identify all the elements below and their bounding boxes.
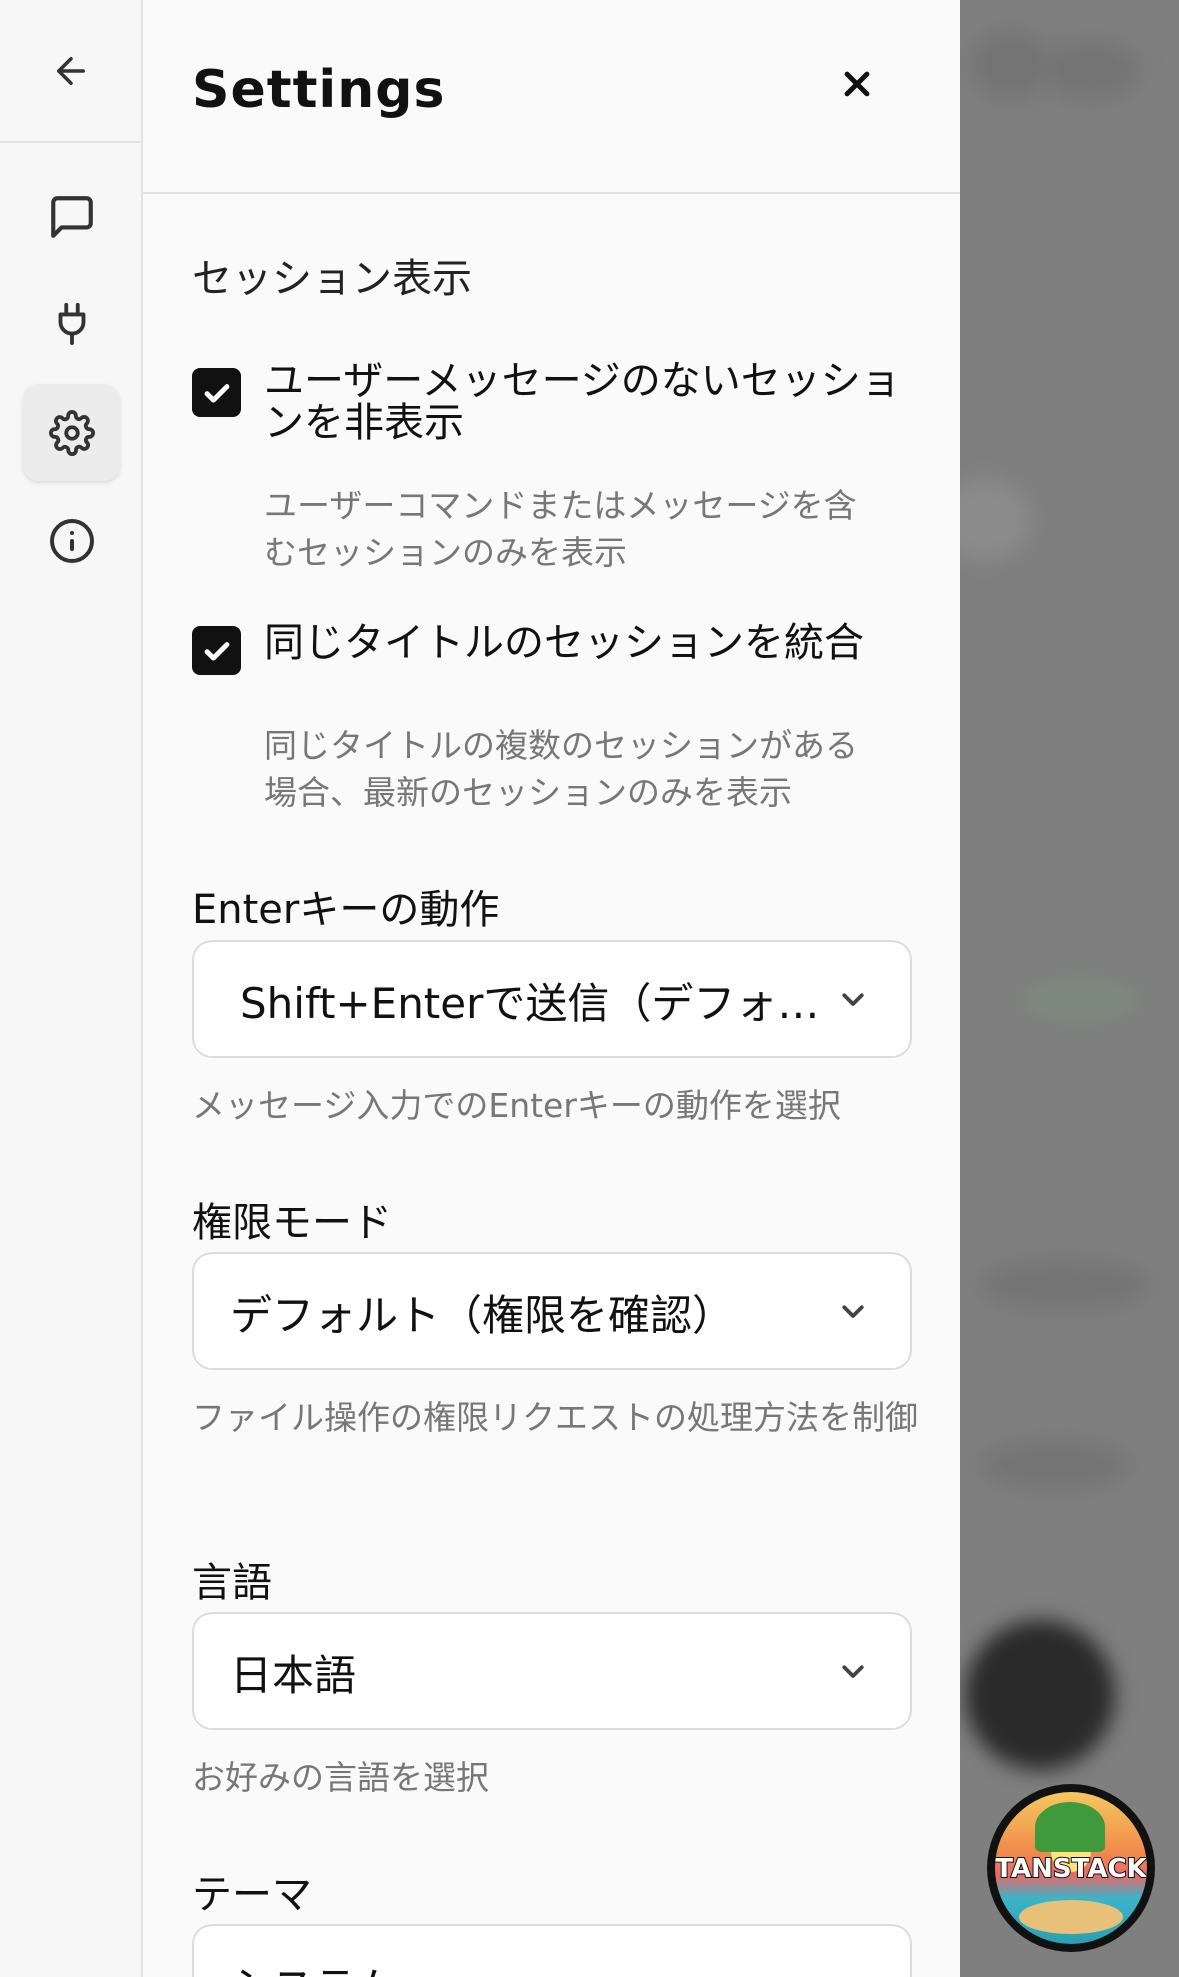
permission-mode-helper: ファイル操作の権限リクエストの処理方法を制御 [192,1398,918,1437]
theme-select[interactable]: システム [192,1924,912,1977]
icon-rail [0,0,143,1977]
backdrop-shape [980,1260,1150,1310]
back-button[interactable] [0,0,141,143]
gear-icon [48,409,95,456]
hide-empty-sessions-description: ユーザーコマンドまたはメッセージを含むセッションのみを表示 [264,486,857,572]
about-nav-button[interactable] [23,492,120,589]
language-label: 言語 [192,1560,272,1606]
theme-select-value: システム [230,1954,397,1977]
settings-header: Settings [143,0,960,194]
section-title-session-display: セッション表示 [192,256,472,302]
hide-empty-sessions-label[interactable]: ユーザーメッセージのないセッションを非表示 [264,360,914,444]
permission-mode-select[interactable]: デフォルト（権限を確認） [192,1252,912,1370]
message-square-icon [50,195,93,238]
backdrop-shape [980,1440,1130,1490]
backdrop-shape [960,480,1030,560]
settings-panel: Settings セッション表示 ユーザーメッセージのないセッションを非表示 ユ… [143,0,960,1977]
close-button[interactable] [831,58,883,110]
backdrop-shape [970,30,1050,100]
background-overlay[interactable] [960,0,1179,1977]
arrow-left-icon [56,56,85,85]
language-helper: お好みの言語を選択 [192,1758,489,1797]
merge-same-title-description: 同じタイトルの複数のセッションがある場合、最新のセッションのみを表示 [264,726,858,812]
enter-key-helper: メッセージ入力でのEnterキーの動作を選択 [192,1086,841,1125]
backdrop-shape [965,1620,1115,1770]
close-icon [844,71,870,97]
sessions-nav-button[interactable] [23,168,120,265]
check-icon [204,641,229,661]
info-icon [49,518,94,563]
check-icon [204,383,229,403]
tanstack-devtools-button[interactable]: TANSTACK [987,1784,1155,1952]
backdrop-shape [1020,980,1140,1020]
plug-icon [58,302,85,345]
language-select-value: 日本語 [230,1651,357,1700]
backdrop-shape [1040,40,1140,100]
chevron-down-icon [838,1296,868,1330]
chevron-down-icon [838,984,868,1018]
theme-label: テーマ [192,1872,312,1918]
enter-key-select[interactable]: Shift+Enterで送信（デフォ… [192,940,912,1058]
chevron-down-icon [838,1656,868,1690]
language-select[interactable]: 日本語 [192,1612,912,1730]
permission-mode-label: 権限モード [192,1200,392,1246]
enter-key-label: Enterキーの動作 [192,887,500,933]
merge-same-title-label[interactable]: 同じタイトルのセッションを統合 [264,622,914,664]
page-title: Settings [192,60,446,120]
settings-nav-button[interactable] [23,384,120,481]
tanstack-logo-text: TANSTACK [995,1853,1147,1885]
tanstack-logo: TANSTACK [995,1792,1147,1944]
integrations-nav-button[interactable] [23,275,120,372]
island-shape [1019,1900,1123,1934]
palm-shape [1035,1802,1105,1852]
hide-empty-sessions-checkbox[interactable] [192,368,241,417]
merge-same-title-checkbox[interactable] [192,626,241,675]
chevron-down-icon [838,1968,868,1977]
permission-mode-select-value: デフォルト（権限を確認） [230,1291,735,1340]
enter-key-select-value: Shift+Enterで送信（デフォ… [240,979,820,1028]
